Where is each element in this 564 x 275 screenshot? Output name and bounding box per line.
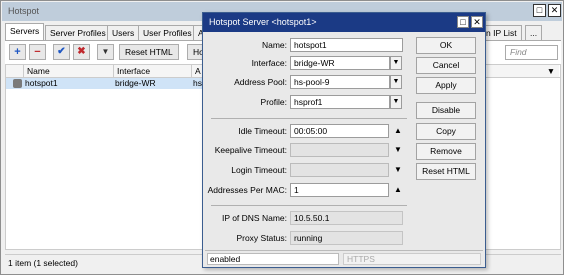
- disable-button[interactable]: Disable: [416, 102, 476, 119]
- dialog-title: Hotspot Server <hotspot1>: [209, 17, 317, 27]
- address-pool-label: Address Pool:: [234, 77, 287, 87]
- dialog-status-bar: enabled HTTPS: [205, 250, 483, 266]
- column-interface[interactable]: Interface: [114, 65, 192, 77]
- expand-down-icon[interactable]: ▼: [393, 165, 403, 175]
- cancel-button[interactable]: Cancel: [416, 57, 476, 74]
- tab-users[interactable]: Users: [107, 25, 140, 40]
- find-input[interactable]: Find: [505, 45, 558, 60]
- profile-select[interactable]: hsprof1: [290, 95, 390, 109]
- addresses-per-mac-field[interactable]: 1: [290, 183, 389, 197]
- cross-icon: ✖: [77, 46, 86, 57]
- name-field[interactable]: hotspot1: [290, 38, 403, 52]
- ip-of-dns-name-value: 10.5.50.1: [290, 211, 403, 225]
- remove-button[interactable]: −: [29, 44, 46, 60]
- dialog-close-button[interactable]: ✕: [471, 16, 483, 28]
- apply-button[interactable]: Apply: [416, 77, 476, 94]
- enabled-status: enabled: [207, 253, 339, 265]
- keepalive-timeout-label: Keepalive Timeout:: [214, 145, 287, 155]
- interface-select[interactable]: bridge-WR: [290, 56, 390, 70]
- tab-more[interactable]: ...: [525, 25, 543, 40]
- columns-menu-button[interactable]: ▼: [543, 65, 559, 77]
- maximize-button[interactable]: □: [533, 4, 546, 17]
- dialog-titlebar: Hotspot Server <hotspot1> □ ✕: [203, 13, 485, 32]
- status-divider: [211, 205, 407, 206]
- reset-html-button[interactable]: Reset HTML: [119, 44, 179, 60]
- column-blank: [487, 65, 543, 77]
- proxy-status-value: running: [290, 231, 403, 245]
- chevron-down-icon: ▼: [392, 59, 400, 66]
- idle-timeout-label: Idle Timeout:: [238, 126, 287, 136]
- name-label: Name:: [261, 40, 287, 50]
- tab-server-profiles[interactable]: Server Profiles: [45, 25, 111, 40]
- chevron-down-icon: ▼: [392, 98, 400, 105]
- chevron-down-icon: ▼: [392, 78, 400, 85]
- login-timeout-field[interactable]: [290, 163, 389, 177]
- hotspot-server-dialog: Hotspot Server <hotspot1> □ ✕ Name: hots…: [202, 12, 486, 268]
- reset-html-button[interactable]: Reset HTML: [416, 163, 476, 180]
- expand-down-icon[interactable]: ▼: [393, 145, 403, 155]
- interface-label: Interface:: [251, 58, 287, 68]
- protocol-status: HTTPS: [343, 253, 481, 265]
- remove-button[interactable]: Remove: [416, 143, 476, 160]
- filter-button[interactable]: ▼: [97, 44, 114, 60]
- idle-timeout-field[interactable]: 00:05:00: [290, 124, 389, 138]
- server-icon: [13, 79, 22, 88]
- tab-user-profiles[interactable]: User Profiles: [138, 25, 197, 40]
- dialog-maximize-button[interactable]: □: [457, 16, 469, 28]
- minus-icon: −: [34, 46, 41, 58]
- column-name[interactable]: Name: [24, 65, 114, 77]
- address-pool-dropdown-button[interactable]: ▼: [390, 75, 402, 89]
- cell-interface: bridge-WR: [115, 78, 156, 88]
- interface-dropdown-button[interactable]: ▼: [390, 56, 402, 70]
- cell-address-pool: hs: [193, 78, 202, 88]
- collapse-up-icon[interactable]: ▲: [393, 185, 403, 195]
- tab-ip-list[interactable]: n IP List: [481, 25, 522, 40]
- address-pool-select[interactable]: hs-pool-9: [290, 75, 390, 89]
- proxy-status-label: Proxy Status:: [236, 233, 287, 243]
- profile-label: Profile:: [260, 97, 287, 107]
- ok-button[interactable]: OK: [416, 37, 476, 54]
- login-timeout-label: Login Timeout:: [231, 165, 287, 175]
- ip-of-dns-name-label: IP of DNS Name:: [221, 213, 287, 223]
- collapse-up-icon[interactable]: ▲: [393, 126, 403, 136]
- addresses-per-mac-label: Addresses Per MAC:: [207, 185, 287, 195]
- keepalive-timeout-field[interactable]: [290, 143, 389, 157]
- check-icon: ✔: [57, 46, 66, 57]
- window-title: Hotspot: [8, 6, 40, 16]
- copy-button[interactable]: Copy: [416, 123, 476, 140]
- cell-name: hotspot1: [25, 78, 58, 88]
- column-flags[interactable]: [6, 65, 24, 77]
- fields-divider: [211, 118, 407, 119]
- disable-button[interactable]: ✖: [73, 44, 90, 60]
- tab-servers[interactable]: Servers: [5, 23, 45, 41]
- filter-icon: ▼: [101, 47, 110, 56]
- add-button[interactable]: +: [9, 44, 26, 60]
- plus-icon: +: [14, 46, 21, 58]
- profile-dropdown-button[interactable]: ▼: [390, 95, 402, 109]
- enable-button[interactable]: ✔: [53, 44, 70, 60]
- close-button[interactable]: ✕: [548, 4, 561, 17]
